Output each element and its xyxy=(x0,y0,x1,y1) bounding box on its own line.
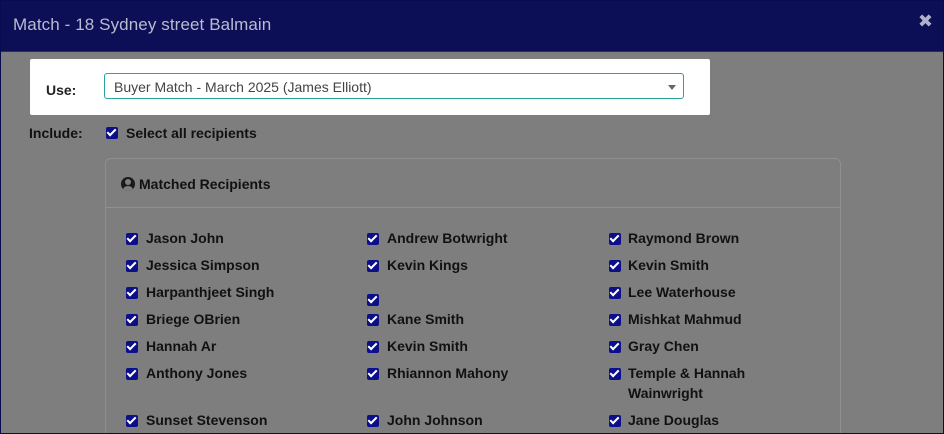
modal-header: Match - 18 Sydney street Balmain ✖ xyxy=(1,1,943,52)
recipient-checkbox[interactable] xyxy=(367,260,379,272)
select-all-label[interactable]: Select all recipients xyxy=(126,125,257,141)
recipient-name[interactable]: Kevin Smith xyxy=(628,255,709,275)
recipient-name[interactable]: Mishkat Mahmud xyxy=(628,309,742,329)
recipient-checkbox[interactable] xyxy=(367,314,379,326)
recipient-checkbox[interactable] xyxy=(609,314,621,326)
recipient-name[interactable]: Kevin Smith xyxy=(387,336,468,356)
recipient-name[interactable]: Gray Chen xyxy=(628,336,699,356)
modal-title: Match - 18 Sydney street Balmain xyxy=(13,15,272,34)
recipient-checkbox[interactable] xyxy=(126,233,138,245)
recipient-checkbox[interactable] xyxy=(126,341,138,353)
use-select-value: Buyer Match - March 2025 (James Elliott) xyxy=(114,79,372,95)
recipient-checkbox[interactable] xyxy=(126,260,138,272)
recipient-name[interactable]: Lee Waterhouse xyxy=(628,282,736,302)
recipient-checkbox[interactable] xyxy=(126,415,138,427)
recipient-checkbox[interactable] xyxy=(609,368,621,380)
recipient-name[interactable]: Andrew Botwright xyxy=(387,228,508,248)
use-label: Use: xyxy=(46,82,77,98)
select-all-checkbox[interactable] xyxy=(106,127,118,139)
panel-header: Matched Recipients xyxy=(106,159,840,208)
recipient-name[interactable]: Temple & Hannah Wainwright xyxy=(628,363,768,403)
recipient-checkbox[interactable] xyxy=(609,415,621,427)
include-label: Include: xyxy=(29,125,83,141)
recipient-name[interactable]: Sunset Stevenson xyxy=(146,410,267,430)
recipient-checkbox[interactable] xyxy=(609,233,621,245)
recipient-name[interactable]: Briege OBrien xyxy=(146,309,240,329)
close-icon[interactable]: ✖ xyxy=(918,11,933,32)
use-section: Use: Buyer Match - March 2025 (James Ell… xyxy=(30,59,710,115)
recipient-name[interactable]: Jason John xyxy=(146,228,224,248)
recipient-checkbox[interactable] xyxy=(126,314,138,326)
recipient-checkbox[interactable] xyxy=(367,341,379,353)
recipient-name[interactable]: Kane Smith xyxy=(387,309,464,329)
recipient-name[interactable]: Kevin Kings xyxy=(387,255,468,275)
recipient-checkbox[interactable] xyxy=(367,415,379,427)
recipient-checkbox[interactable] xyxy=(367,368,379,380)
recipient-checkbox[interactable] xyxy=(609,341,621,353)
recipient-name[interactable]: Harpanthjeet Singh xyxy=(146,282,274,302)
panel-title: Matched Recipients xyxy=(139,176,271,192)
recipient-checkbox[interactable] xyxy=(126,368,138,380)
recipient-checkbox[interactable] xyxy=(126,287,138,299)
recipient-checkbox[interactable] xyxy=(367,294,379,306)
recipient-name[interactable]: Jane Douglas xyxy=(628,410,719,430)
recipient-name[interactable]: Rhiannon Mahony xyxy=(387,363,508,383)
recipient-checkbox[interactable] xyxy=(609,287,621,299)
recipient-checkbox[interactable] xyxy=(609,260,621,272)
user-circle-icon xyxy=(121,177,135,191)
caret-down-icon xyxy=(668,85,676,90)
recipient-name[interactable]: Hannah Ar xyxy=(146,336,216,356)
use-select[interactable]: Buyer Match - March 2025 (James Elliott) xyxy=(104,73,684,99)
match-modal: Match - 18 Sydney street Balmain ✖ Use: … xyxy=(0,0,944,434)
recipient-name[interactable]: Raymond Brown xyxy=(628,228,739,248)
recipient-name[interactable]: John Johnson xyxy=(387,410,483,430)
recipient-name[interactable]: Anthony Jones xyxy=(146,363,247,383)
recipient-checkbox[interactable] xyxy=(367,233,379,245)
recipient-name[interactable]: Jessica Simpson xyxy=(146,255,260,275)
